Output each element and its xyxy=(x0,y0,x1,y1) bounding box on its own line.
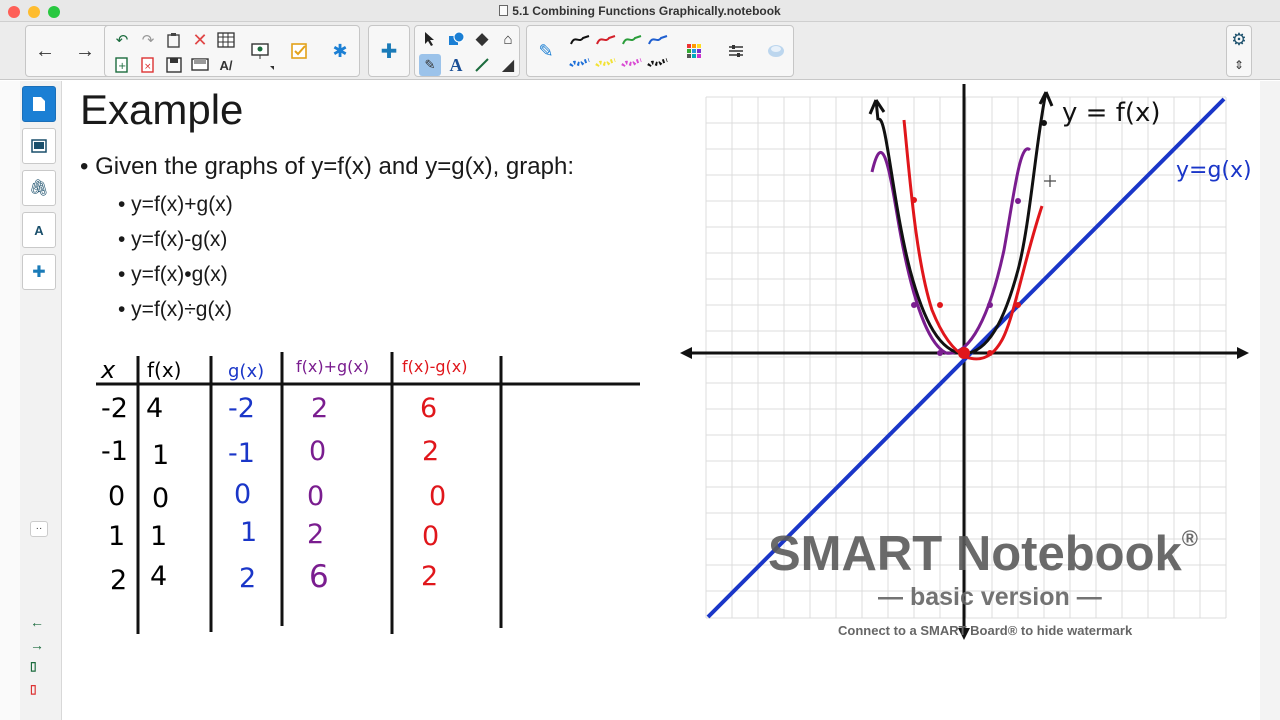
watermark-title: SMART Notebook® xyxy=(768,526,1198,582)
watermark-subtitle: — basic version — xyxy=(878,583,1102,611)
watermark-note: Connect to a SMART Board® to hide waterm… xyxy=(838,623,1133,638)
watermark-title-text: SMART Notebook xyxy=(768,527,1182,581)
label-f: y = f(x) xyxy=(1062,98,1161,128)
curve-sum xyxy=(870,147,1032,355)
plotted-points xyxy=(911,120,1047,359)
move-cursor-icon xyxy=(1044,175,1056,187)
registered-mark: ® xyxy=(1181,526,1198,551)
label-g: y=g(x) xyxy=(1176,158,1252,183)
